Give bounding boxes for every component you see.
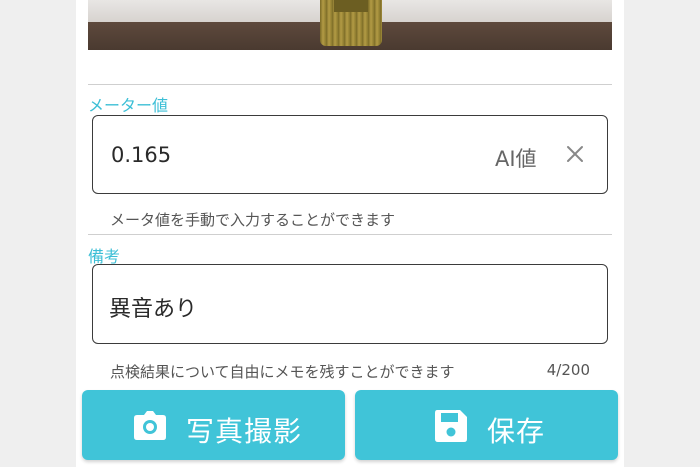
divider <box>88 234 612 235</box>
ai-value-badge: AI値 <box>495 147 537 171</box>
save-label: 保存 <box>487 415 546 448</box>
take-photo-button[interactable]: 写真撮影 <box>82 390 345 460</box>
memo-input[interactable]: 異音あり <box>92 264 608 344</box>
divider <box>88 84 612 85</box>
take-photo-label: 写真撮影 <box>186 415 303 448</box>
inspection-form: メーター値 0.165 AI値 メータ値を手動で入力することができます 備考 異… <box>76 0 624 467</box>
camera-icon <box>134 411 166 440</box>
close-icon[interactable] <box>563 142 587 166</box>
photo-fitting-nut <box>334 0 368 12</box>
meter-value-text[interactable]: 0.165 <box>111 143 171 167</box>
meter-value-input[interactable]: 0.165 AI値 <box>92 115 608 194</box>
memo-value-text[interactable]: 異音あり <box>109 291 197 323</box>
save-button[interactable]: 保存 <box>355 390 618 460</box>
meter-value-label: メーター値 <box>88 96 169 115</box>
meter-helper-text: メータ値を手動で入力することができます <box>110 211 396 229</box>
meter-photo <box>88 0 612 50</box>
memo-char-counter: 4/200 <box>546 361 590 379</box>
memo-helper-text: 点検結果について自由にメモを残すことができます <box>110 363 455 381</box>
floppy-disk-icon <box>435 410 467 442</box>
